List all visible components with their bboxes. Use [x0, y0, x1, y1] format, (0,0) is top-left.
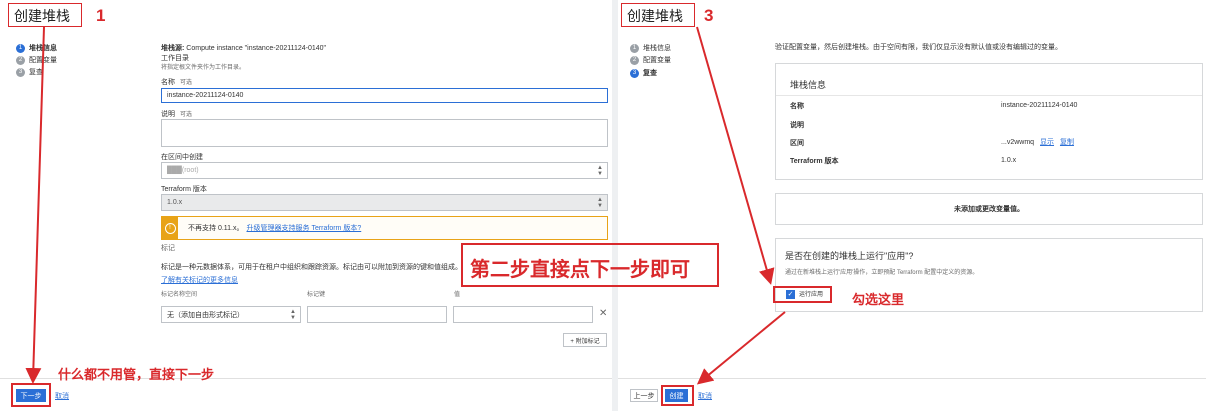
terraform-label: Terraform 版本	[161, 186, 207, 193]
tag-value-input[interactable]	[453, 306, 593, 323]
workdir-hint: 将指定根文件夹作为工作目录。	[161, 65, 246, 71]
warning-box: ! 不再支持 0.11.x。 升级管理器支持服务 Terraform 版本?	[161, 216, 608, 240]
apply-question: 是否在创建的堆栈上运行"应用"?	[785, 251, 914, 261]
desc-label: 说明	[161, 111, 175, 118]
row-desc: 说明	[790, 120, 804, 130]
r-step-2-label: 配置变量	[643, 57, 671, 64]
step-2[interactable]: 2 配置变量	[16, 55, 57, 65]
stack-source-label: 堆栈源:	[161, 45, 185, 52]
highlight-next-button	[11, 383, 51, 407]
no-vars-card: 未添加或更改变量值。	[775, 193, 1203, 225]
show-link[interactable]: 显示	[1040, 139, 1054, 146]
review-intro: 验证配置变量，然后创建堆栈。由于空间有限，我们仅显示没有默认值或没有编辑过的变量…	[775, 44, 1062, 51]
right-header: 创建堆栈	[621, 3, 695, 27]
r-step-3[interactable]: 3 复查	[630, 68, 657, 78]
name-label: 名称	[161, 79, 175, 86]
middle-callout-text: 第二步直接点下一步即可	[470, 259, 690, 281]
r-step-1[interactable]: 1 堆栈信息	[630, 43, 671, 53]
tags-label: 标记	[161, 245, 175, 252]
left-panel: 创建堆栈 1 1 堆栈信息 2 配置变量 3 复查 堆栈源: Compute i…	[0, 0, 612, 411]
no-vars-text: 未添加或更改变量值。	[954, 205, 1024, 213]
stack-info-card: 堆栈信息	[775, 63, 1203, 180]
name-input[interactable]: instance-20211124-0140	[161, 88, 608, 103]
col-namespace: 标记名称空间	[161, 292, 198, 298]
r-step-2[interactable]: 2 配置变量	[630, 55, 671, 65]
step-badge-1: 1	[96, 6, 106, 25]
step-3-dot: 3	[16, 67, 25, 77]
step-1[interactable]: 1 堆栈信息	[16, 43, 57, 53]
row-terraform-key: Terraform 版本	[790, 158, 839, 165]
tag-key-input[interactable]	[307, 306, 447, 323]
compartment-value: ███(root)	[167, 167, 199, 174]
workdir-label: 工作目录	[161, 55, 189, 62]
row-name-value: instance-20211124-0140	[1001, 102, 1078, 109]
copy-link[interactable]: 复制	[1060, 139, 1074, 146]
remove-tag-icon[interactable]: ✕	[599, 308, 607, 319]
select-arrows-icon: ▲ ▼	[290, 308, 296, 321]
name-label-row: 名称 可选	[161, 78, 192, 87]
tags-learn-more-link[interactable]: 了解有关标记的更多信息	[161, 276, 238, 285]
card-divider	[776, 95, 1202, 96]
right-footer-divider	[618, 378, 1206, 379]
col-key: 标记键	[307, 292, 326, 298]
terraform-select[interactable]: 1.0.x ▲ ▼	[161, 194, 608, 211]
desc-label-row: 说明 可选	[161, 110, 192, 119]
apply-description: 通过在新堆栈上运行'应用'操作，立即预配 Terraform 配置中定义的资源。	[785, 270, 979, 276]
warning-link[interactable]: 升级管理器支持服务 Terraform 版本?	[247, 224, 362, 233]
step-2-label: 配置变量	[29, 57, 57, 64]
compartment-label: 在区间中创建	[161, 154, 203, 161]
warning-text: 不再支持 0.11.x。	[188, 224, 244, 232]
name-input-value: instance-20211124-0140	[167, 92, 244, 99]
apply-card: 是否在创建的堆栈上运行"应用"? 通过在新堆栈上运行'应用'操作，立即预配 Te…	[775, 238, 1203, 312]
r-step-1-label: 堆栈信息	[643, 45, 671, 52]
highlight-apply-checkbox	[773, 286, 832, 303]
step-2-dot: 2	[16, 55, 25, 65]
step-badge-3: 3	[704, 6, 714, 25]
row-name: 名称	[790, 101, 804, 111]
step-3-label: 复查	[29, 69, 43, 76]
name-optional: 可选	[179, 80, 192, 86]
desc-optional: 可选	[179, 112, 192, 118]
r-step-1-dot: 1	[630, 43, 639, 53]
row-compartment: 区间	[790, 138, 804, 148]
bottom-left-callout: 什么都不用管，直接下一步	[58, 367, 215, 382]
row-desc-key: 说明	[790, 122, 804, 129]
check-here-callout: 勾选这里	[852, 292, 905, 307]
r-step-3-dot: 3	[630, 68, 639, 78]
stack-source: 堆栈源: Compute instance "instance-20211124…	[161, 44, 326, 53]
row-terraform-value: 1.0.x	[1001, 157, 1017, 164]
back-button[interactable]: 上一步	[630, 389, 658, 402]
col-value: 值	[454, 292, 461, 298]
step-1-dot: 1	[16, 43, 25, 53]
step-1-label: 堆栈信息	[29, 45, 57, 52]
step-3[interactable]: 3 复查	[16, 67, 43, 77]
select-arrows-icon: ▲ ▼	[597, 164, 603, 177]
right-panel: 创建堆栈 3 1 堆栈信息 2 配置变量 3 复查 验证配置变量，然后创建堆栈。…	[618, 0, 1206, 411]
right-cancel-link[interactable]: 取消	[698, 392, 712, 401]
stack-source-value: Compute instance "instance-20211124-0140…	[186, 45, 327, 52]
tags-description: 标记是一种元数据体系，可用于在租户中组织和跟踪资源。标记由可以附加到资源的键和值…	[161, 264, 462, 271]
r-step-3-label: 复查	[643, 70, 657, 77]
compartment-select[interactable]: ███(root) ▲ ▼	[161, 162, 608, 179]
row-compartment-value-group: ...v2wwmq 显示 复制	[1001, 138, 1074, 147]
row-compartment-key: 区间	[790, 140, 804, 147]
warning-icon: !	[162, 217, 178, 239]
terraform-value: 1.0.x	[167, 199, 183, 206]
left-header: 创建堆栈	[8, 3, 82, 27]
namespace-value: 无（添加自由形式标记）	[167, 311, 244, 319]
left-cancel-link[interactable]: 取消	[55, 392, 69, 401]
row-terraform: Terraform 版本	[790, 156, 839, 166]
description-textarea[interactable]	[161, 119, 608, 147]
tag-namespace-select[interactable]: 无（添加自由形式标记） ▲ ▼	[161, 306, 301, 323]
r-step-2-dot: 2	[630, 55, 639, 65]
highlight-create-button	[661, 385, 694, 406]
row-name-key: 名称	[790, 103, 804, 110]
stack-info-title: 堆栈信息	[790, 80, 827, 90]
row-compartment-value: ...v2wwmq	[1001, 139, 1035, 146]
add-tag-button[interactable]: + 附加标记	[563, 333, 607, 347]
select-arrows-icon: ▲ ▼	[597, 196, 603, 209]
